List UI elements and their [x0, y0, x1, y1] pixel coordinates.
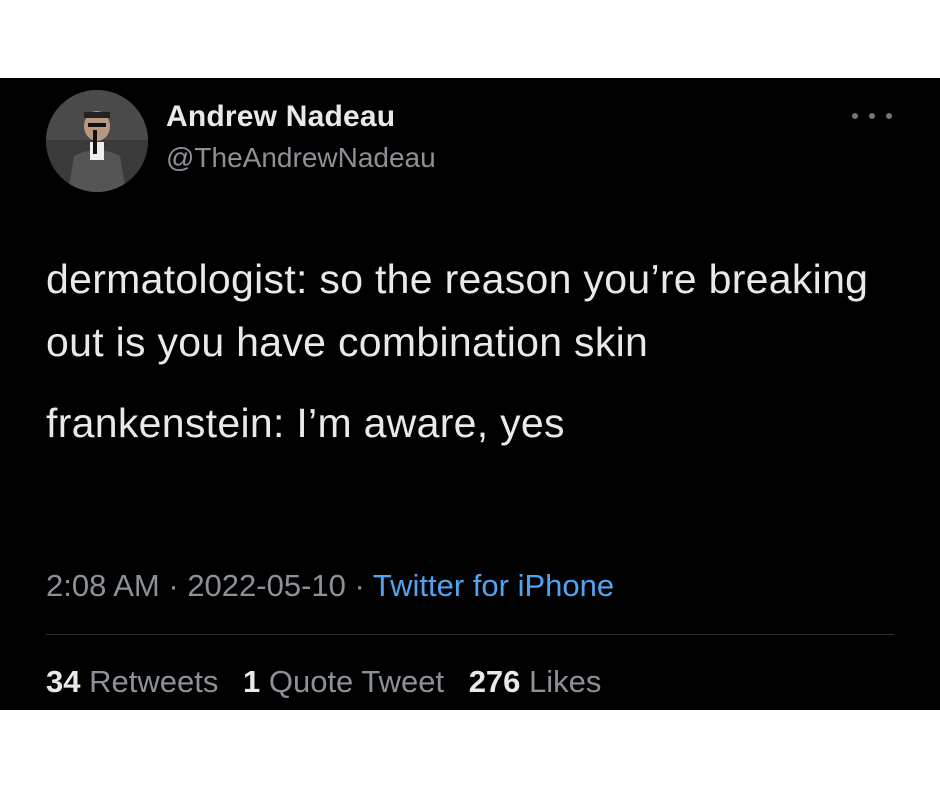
profile-photo-icon [46, 90, 148, 192]
display-name[interactable]: Andrew Nadeau [166, 100, 395, 134]
quote-tweets-stat[interactable]: 1 Quote Tweet [243, 664, 444, 699]
divider [46, 634, 894, 635]
tweet-date[interactable]: 2022-05-10 [187, 568, 346, 603]
retweets-stat[interactable]: 34 Retweets [46, 664, 218, 699]
more-options-icon[interactable] [852, 106, 892, 126]
tweet-text-paragraph: dermatologist: so the reason you’re brea… [46, 256, 869, 365]
user-handle[interactable]: @TheAndrewNadeau [166, 142, 436, 174]
tweet-card: Andrew Nadeau @TheAndrewNadeau dermatolo… [0, 78, 940, 710]
tweet-meta: 2:08 AM · 2022-05-10 · Twitter for iPhon… [46, 568, 614, 604]
retweets-count: 34 [46, 664, 81, 699]
likes-label: Likes [529, 664, 602, 699]
dot [869, 113, 875, 119]
avatar[interactable] [46, 90, 148, 192]
tweet-source-link[interactable]: Twitter for iPhone [373, 568, 614, 603]
quotes-label: Quote Tweet [268, 664, 445, 699]
separator: · [345, 568, 373, 603]
dot [886, 113, 892, 119]
likes-count: 276 [468, 664, 521, 699]
retweets-label: Retweets [89, 664, 219, 699]
tweet-text: dermatologist: so the reason you’re brea… [46, 248, 906, 455]
quotes-count: 1 [242, 664, 261, 699]
likes-stat[interactable]: 276 Likes [469, 664, 602, 699]
tweet-text-paragraph: frankenstein: I’m aware, yes [46, 400, 565, 446]
dot [852, 113, 858, 119]
tweet-stats: 34 Retweets 1 Quote Tweet 276 Likes [46, 664, 617, 700]
tweet-time[interactable]: 2:08 AM [46, 568, 160, 603]
page: Andrew Nadeau @TheAndrewNadeau dermatolo… [0, 0, 940, 788]
separator: · [159, 568, 188, 603]
